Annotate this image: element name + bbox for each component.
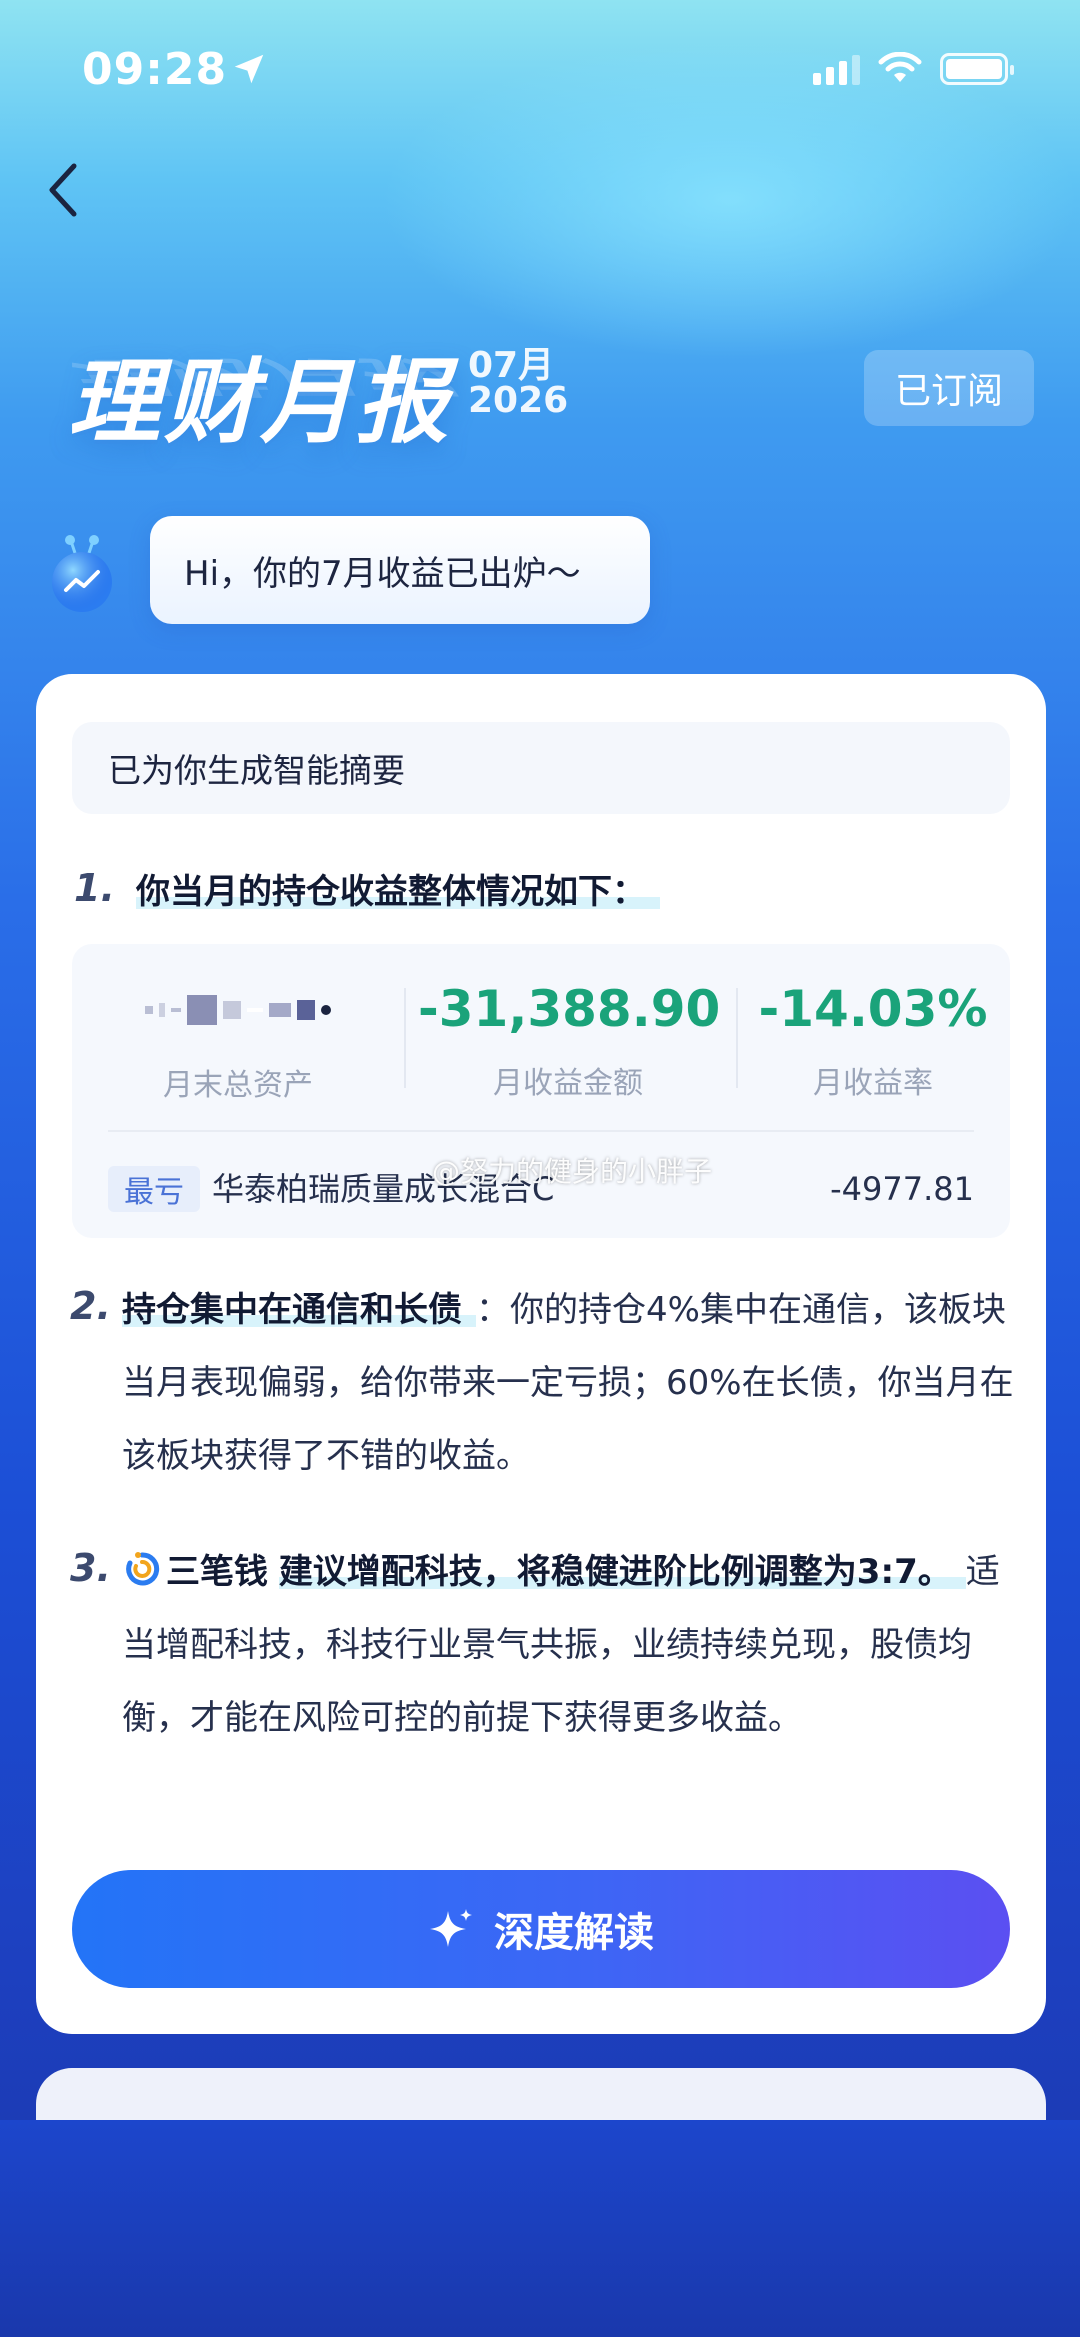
stat-total-assets: 月末总资产 bbox=[88, 980, 388, 1104]
status-time: 09:28 bbox=[82, 44, 228, 95]
deep-read-label: 深度解读 bbox=[494, 1910, 654, 1956]
deep-read-button[interactable]: 深度解读 bbox=[72, 1870, 1010, 1988]
section-heading-2: 持仓集中在通信和长债 bbox=[122, 1290, 476, 1330]
stat-monthly-rate: -14.03% 月收益率 bbox=[728, 980, 1018, 1102]
subscribe-button[interactable]: 已订阅 bbox=[864, 350, 1034, 426]
back-chevron-icon[interactable] bbox=[44, 160, 84, 220]
watermark: @努力的健身的小胖子 bbox=[432, 1155, 713, 1188]
report-year: 2026 bbox=[468, 380, 569, 421]
section-paragraph-2: 持仓集中在通信和长债 ：你的持仓4%集中在通信，该板块当月表现偏弱，给你带来一定亏… bbox=[122, 1274, 1022, 1493]
stat-label: 月末总资产 bbox=[163, 1068, 313, 1103]
bottom-background bbox=[0, 2120, 1080, 2337]
signal-icon bbox=[813, 53, 860, 85]
stat-monthly-gain: -31,388.90 月收益金额 bbox=[418, 980, 721, 1102]
section-number-1: 1. bbox=[74, 866, 115, 910]
status-icons bbox=[813, 52, 1014, 86]
swirl-logo-icon bbox=[126, 1552, 160, 1586]
stat-label: 月收益率 bbox=[813, 1066, 933, 1101]
blurred-value bbox=[88, 980, 388, 1040]
fund-value: -4977.81 bbox=[830, 1170, 974, 1208]
stat-label: 月收益金额 bbox=[493, 1066, 643, 1101]
brand-name: 三笔钱 bbox=[166, 1552, 268, 1592]
battery-icon bbox=[940, 53, 1014, 85]
location-arrow-icon bbox=[234, 54, 264, 84]
report-card: 已为你生成智能摘要 1. 你当月的持仓收益整体情况如下： 月末总资产 -31,3… bbox=[36, 674, 1046, 2034]
section-number-3: 3. bbox=[70, 1546, 111, 1590]
section-heading-1: 你当月的持仓收益整体情况如下： bbox=[136, 864, 660, 913]
wifi-icon bbox=[878, 52, 922, 82]
greeting-bubble: Hi，你的7月收益已出炉～ bbox=[150, 516, 650, 624]
stat-value: -14.03% bbox=[758, 980, 988, 1038]
loss-tag: 最亏 bbox=[108, 1166, 200, 1212]
sparkle-icon bbox=[430, 1909, 472, 1947]
divider bbox=[404, 988, 406, 1088]
section-heading-3: 建议增配科技，将稳健进阶比例调整为3:7。 bbox=[278, 1552, 966, 1592]
stat-value: -31,388.90 bbox=[418, 980, 721, 1038]
divider bbox=[108, 1130, 974, 1132]
page-title: 理财月报 bbox=[68, 349, 453, 456]
stats-panel: 月末总资产 -31,388.90 月收益金额 -14.03% 月收益率 最亏 华… bbox=[72, 944, 1010, 1238]
mascot-icon bbox=[52, 535, 112, 612]
summary-intro: 已为你生成智能摘要 bbox=[72, 722, 1010, 814]
section-paragraph-3: 三笔钱 建议增配科技，将稳健进阶比例调整为3:7。 适当增配科技，科技行业景气共振… bbox=[122, 1536, 1022, 1755]
section-number-2: 2. bbox=[70, 1284, 111, 1328]
header-glow bbox=[380, 40, 1080, 360]
